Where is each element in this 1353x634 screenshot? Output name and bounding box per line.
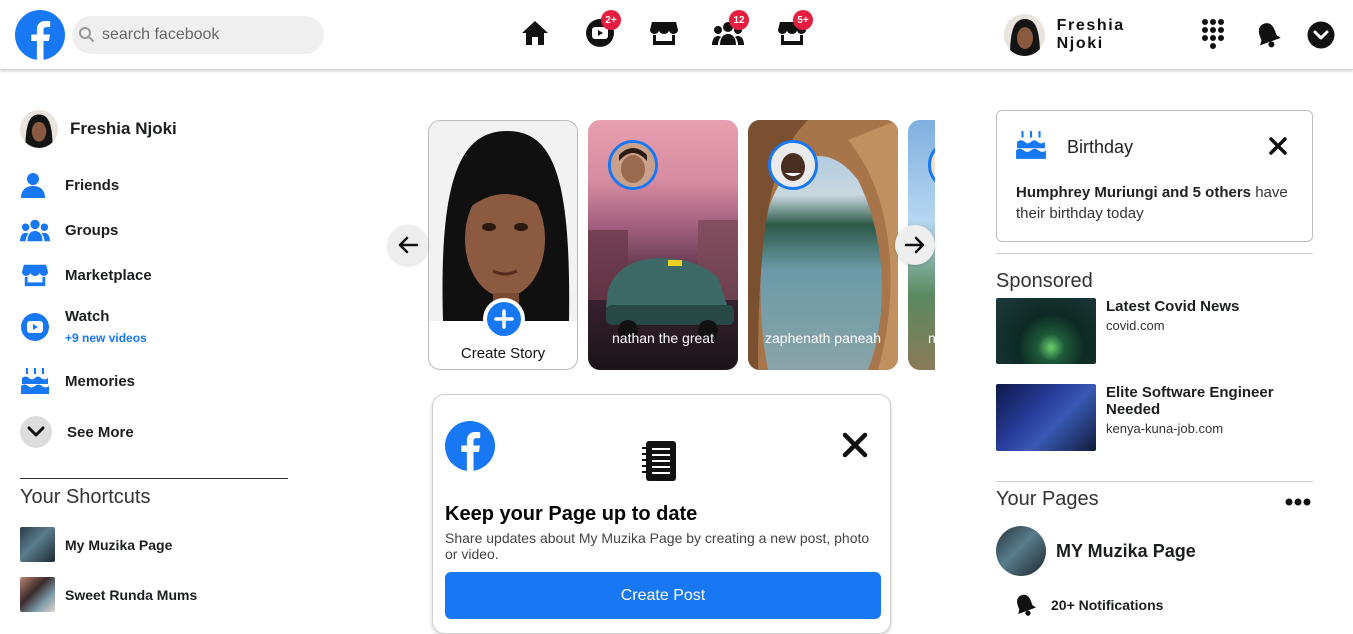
sidebar-item-label: Friends xyxy=(65,176,120,194)
sidebar-divider xyxy=(20,478,288,479)
birthday-title: Birthday xyxy=(1067,137,1134,157)
ad-url: covid.com xyxy=(1106,318,1165,333)
avatar xyxy=(1004,14,1045,56)
search-input[interactable] xyxy=(72,16,324,54)
ad-url: kenya-kuna-job.com xyxy=(1106,421,1224,436)
story-avatar xyxy=(928,140,935,190)
close-icon[interactable] xyxy=(1269,137,1287,155)
shortcut-thumbnail xyxy=(20,527,55,562)
ad-image xyxy=(996,298,1096,364)
story-card[interactable]: zaphenath paneah xyxy=(748,120,898,370)
shortcut-item[interactable]: My Muzika Page xyxy=(20,527,172,562)
avatar xyxy=(20,110,58,148)
friends-icon xyxy=(20,170,50,200)
facebook-logo-icon xyxy=(445,421,495,471)
page-card-title: Keep your Page up to date xyxy=(445,503,698,525)
sidebar-item-watch[interactable]: Watch +9 new videos xyxy=(20,308,147,345)
watch-badge: 2+ xyxy=(601,10,621,30)
sponsored-ad[interactable]: Elite Software Engineer Needed kenya-kun… xyxy=(996,384,1316,451)
shortcut-thumbnail xyxy=(20,577,55,612)
watch-icon xyxy=(20,312,50,342)
story-card[interactable]: nathan the great xyxy=(588,120,738,370)
create-post-button[interactable]: Create Post xyxy=(445,572,881,619)
memories-icon xyxy=(20,366,50,396)
stories-next-button[interactable] xyxy=(895,225,935,265)
shortcut-label: Sweet Runda Mums xyxy=(65,586,198,603)
stories-carousel: Create Story nathan the great zaphenath … xyxy=(428,120,935,370)
shortcut-item[interactable]: Sweet Runda Mums xyxy=(20,577,197,612)
new-videos-count: +9 new videos xyxy=(65,331,147,345)
sidebar-profile-name: Freshia Njoki xyxy=(70,119,177,138)
create-story-label: Create Story xyxy=(460,345,546,362)
marketplace-icon xyxy=(20,260,50,290)
page-notifications-link[interactable]: 20+ Notifications xyxy=(1012,592,1163,618)
sidebar-item-marketplace[interactable]: Marketplace xyxy=(20,260,152,290)
shortcuts-title: Your Shortcuts xyxy=(20,486,151,508)
add-story-button[interactable] xyxy=(483,298,525,340)
create-story-card[interactable]: Create Story xyxy=(428,120,578,370)
gaming-store-icon[interactable]: 5+ xyxy=(776,10,813,49)
sponsored-title: Sponsored xyxy=(996,270,1093,292)
page-update-card: Keep your Page up to date Share updates … xyxy=(432,394,891,634)
bell-icon xyxy=(1012,592,1038,618)
notebook-icon xyxy=(642,439,678,483)
menu-grid-icon[interactable] xyxy=(1198,18,1228,52)
ad-headline: Elite Software Engineer Needed xyxy=(1106,384,1274,418)
story-author: zaphenath paneah xyxy=(765,330,881,346)
groups-icon xyxy=(20,215,50,245)
see-more-label: See More xyxy=(67,423,134,441)
page-avatar xyxy=(996,526,1046,576)
more-options-icon[interactable] xyxy=(1285,494,1311,506)
chevron-down-icon xyxy=(20,416,52,448)
page-name: MY Muzika Page xyxy=(1056,540,1196,561)
see-more-button[interactable]: See More xyxy=(20,416,134,448)
header-profile-name: Freshia Njoki xyxy=(1056,17,1125,52)
right-divider xyxy=(996,253,1313,254)
sponsored-ad[interactable]: Latest Covid News covid.com xyxy=(996,298,1316,364)
facebook-logo-icon[interactable] xyxy=(15,10,65,60)
birthday-card: Birthday Humphrey Muriungi and 5 others … xyxy=(996,110,1313,242)
sidebar-item-label: Marketplace xyxy=(65,266,152,284)
arrow-right-icon xyxy=(904,236,925,254)
sidebar-profile-link[interactable]: Freshia Njoki xyxy=(20,110,177,148)
sidebar-item-friends[interactable]: Friends xyxy=(20,170,119,200)
birthday-names[interactable]: Humphrey Muriungi and 5 others xyxy=(1016,184,1251,201)
your-pages-title: Your Pages xyxy=(996,488,1099,510)
gaming-badge: 5+ xyxy=(793,10,813,30)
story-avatar xyxy=(768,140,818,190)
home-icon[interactable] xyxy=(519,17,551,49)
story-author: nathan the great xyxy=(612,330,714,346)
notifications-count: 20+ Notifications xyxy=(1051,597,1164,613)
page-card-description: Share updates about My Muzika Page by cr… xyxy=(445,530,870,562)
stories-prev-button[interactable] xyxy=(388,225,428,265)
story-author: n xyxy=(928,330,935,346)
arrow-left-icon xyxy=(398,236,419,254)
ad-headline: Latest Covid News xyxy=(1106,298,1240,315)
sidebar-item-label: Watch xyxy=(65,308,110,325)
ad-image xyxy=(996,384,1096,451)
header-profile-link[interactable]: Freshia Njoki xyxy=(1004,14,1174,56)
search-icon xyxy=(78,26,95,43)
close-icon[interactable] xyxy=(842,432,868,458)
marketplace-icon[interactable] xyxy=(648,17,680,49)
groups-icon[interactable]: 12 xyxy=(712,10,749,49)
account-dropdown-icon[interactable] xyxy=(1306,18,1336,52)
birthday-message: Humphrey Muriungi and 5 others have thei… xyxy=(1016,182,1301,224)
groups-badge: 12 xyxy=(729,10,749,30)
page-link[interactable]: MY Muzika Page xyxy=(996,526,1196,576)
sidebar-item-label: Groups xyxy=(65,221,119,239)
watch-icon[interactable]: 2+ xyxy=(584,10,621,49)
sidebar-item-label: Memories xyxy=(65,372,136,390)
sidebar-item-groups[interactable]: Groups xyxy=(20,215,118,245)
bell-icon[interactable] xyxy=(1253,18,1283,52)
right-divider xyxy=(996,481,1313,482)
top-navbar: 2+ 12 5+ Freshia Njoki xyxy=(0,0,1353,70)
sidebar-item-memories[interactable]: Memories xyxy=(20,366,135,396)
plus-icon xyxy=(487,302,521,336)
create-story-photo xyxy=(429,121,577,321)
shortcut-label: My Muzika Page xyxy=(65,536,173,553)
birthday-cake-icon xyxy=(1015,129,1047,161)
story-avatar xyxy=(608,140,658,190)
